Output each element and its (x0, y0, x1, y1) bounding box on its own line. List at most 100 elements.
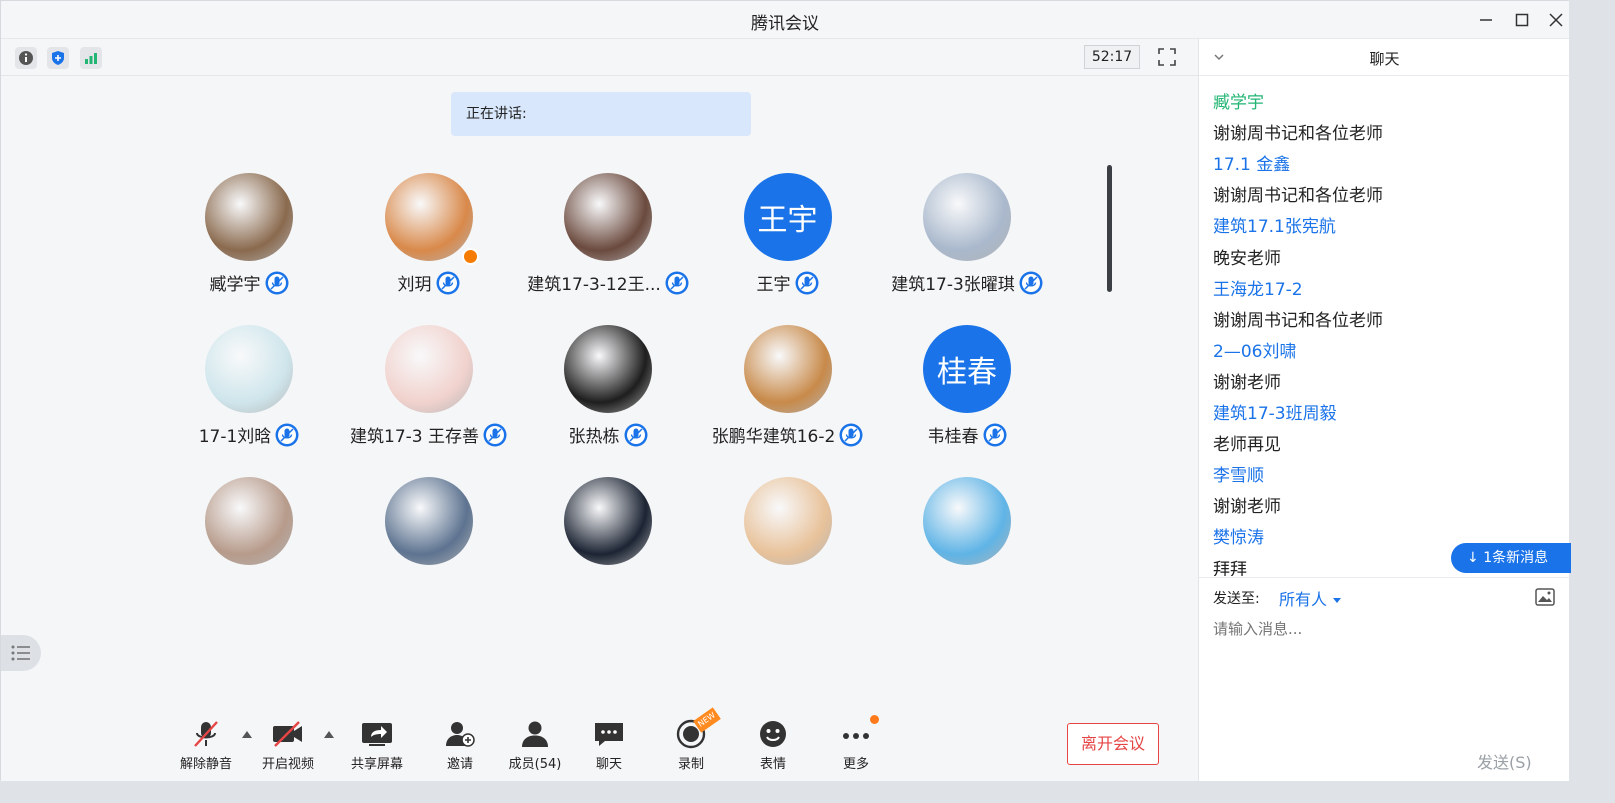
meeting-window: 腾讯会议 52:17 正在讲话: 臧学宇 刘玥 建筑17-3-12王... 王宇… (0, 0, 1571, 781)
chat-sender: 王海龙17-2 (1213, 279, 1303, 300)
mic-muted-icon (436, 271, 459, 295)
chat-sender: 17.1 金鑫 (1213, 155, 1291, 176)
chat-icon (595, 723, 623, 746)
more-icon (843, 733, 869, 739)
mic-muted-icon (839, 423, 863, 447)
avatar (384, 173, 473, 261)
participant-tile[interactable] (518, 477, 698, 627)
close-icon (1549, 13, 1563, 27)
participant-name: 17-1刘晗 (198, 427, 272, 447)
chat-messages[interactable]: 臧学宇 谢谢周书记和各位老师 17.1 金鑫 谢谢周书记和各位老师 建筑17.1张宪航晚… (1199, 76, 1570, 576)
mic-muted-icon (483, 423, 507, 447)
participant-name-line: 刘玥 (339, 270, 519, 297)
invite-button[interactable]: 邀请 (425, 719, 495, 772)
avatar (205, 325, 293, 413)
participant-list-toggle[interactable] (1, 635, 41, 671)
send-to-select[interactable]: 所有人 (1279, 586, 1342, 610)
participant-name-line: 韦桂春 (877, 422, 1057, 449)
participant-name: 张热栋 (568, 427, 620, 447)
mic-muted-icon (983, 423, 1006, 447)
participant-tile[interactable]: 桂春 韦桂春 (877, 325, 1057, 475)
avatar (564, 477, 652, 565)
notification-dot (870, 715, 879, 724)
participant-tile[interactable]: 建筑17-3 王存善 (339, 325, 519, 475)
audio-options-arrow[interactable] (242, 731, 252, 738)
avatar (205, 173, 293, 261)
meeting-main: 52:17 正在讲话: 臧学宇 刘玥 建筑17-3-12王... 王宇 王宇 建筑17-3… (1, 39, 1198, 781)
participant-tile[interactable]: 刘玥 (339, 173, 519, 323)
close-button[interactable] (1543, 7, 1569, 33)
mic-muted-icon (624, 423, 647, 447)
signal-icon (85, 53, 97, 64)
share-screen-button[interactable]: 共享屏幕 (342, 719, 412, 772)
chat-message: 谢谢周书记和各位老师 (1213, 124, 1383, 145)
info-button[interactable] (15, 47, 37, 69)
more-button[interactable]: 更多 (821, 715, 891, 772)
participant-tile[interactable]: 张鹏华建筑16-2 (698, 325, 878, 475)
chat-message: 谢谢老师 (1213, 497, 1281, 518)
chat-message: 拜拜 (1213, 559, 1247, 577)
send-to-bar: 发送至: 所有人 (1199, 577, 1570, 615)
participant-tile[interactable]: 王宇 王宇 (698, 173, 878, 323)
participant-name: 臧学宇 (209, 275, 261, 295)
mic-muted-icon (1019, 271, 1043, 295)
participant-name: 建筑17-3 王存善 (350, 427, 479, 447)
security-button[interactable] (47, 47, 69, 69)
chat-button[interactable]: 聊天 (574, 719, 644, 772)
chat-sender: 樊惊涛 (1213, 528, 1264, 549)
avatar (743, 325, 832, 413)
participant-tile[interactable]: 17-1刘晗 (159, 325, 339, 475)
participant-name-line: 建筑17-3张曜琪 (877, 270, 1057, 297)
mic-muted-icon (665, 271, 689, 295)
send-to-value: 所有人 (1279, 590, 1328, 609)
fullscreen-button[interactable] (1155, 45, 1179, 69)
participant-tile[interactable] (698, 477, 878, 627)
chat-sender: 建筑17.1张宪航 (1213, 217, 1336, 238)
avatar (205, 477, 293, 565)
share-screen-icon (362, 723, 392, 746)
chat-input[interactable] (1213, 617, 1553, 641)
emoji-button[interactable]: 表情 (738, 719, 808, 772)
participant-name: 刘玥 (397, 275, 432, 295)
new-message-button[interactable]: ↓ 1条新消息 (1451, 543, 1571, 573)
unmute-label: 解除静音 (179, 757, 232, 772)
add-user-icon (446, 722, 475, 747)
participant-tile[interactable]: 臧学宇 (159, 173, 339, 323)
participant-name-line: 17-1刘晗 (159, 422, 339, 449)
chat-message: 晚安老师 (1213, 248, 1281, 269)
title-bar: 腾讯会议 (1, 1, 1569, 39)
record-label: 录制 (677, 757, 704, 772)
window-title: 腾讯会议 (751, 14, 819, 34)
send-button[interactable]: 发送(S) (1477, 749, 1532, 773)
meeting-topbar: 52:17 (1, 39, 1198, 76)
grid-scrollbar[interactable] (1107, 165, 1112, 292)
participant-tile[interactable]: 建筑17-3-12王... (518, 173, 698, 323)
record-button[interactable]: NEW 录制 (656, 707, 726, 772)
members-button[interactable]: 成员(54) (500, 719, 570, 772)
info-icon (19, 51, 33, 65)
unmute-button[interactable]: 解除静音 (171, 719, 241, 772)
smile-icon (760, 721, 786, 747)
network-button[interactable] (80, 47, 102, 69)
participant-name: 建筑17-3-12王... (527, 275, 661, 295)
minimize-button[interactable] (1473, 7, 1499, 33)
meeting-toolbar: 解除静音 开启视频 共享屏幕 邀请 成员(54) 聊天 NEW 录制 表情 更多… (1, 707, 1198, 781)
more-label: 更多 (842, 757, 869, 772)
participant-tile[interactable] (877, 477, 1057, 627)
maximize-button[interactable] (1509, 7, 1535, 33)
participant-tile[interactable] (339, 477, 519, 627)
chat-message: 谢谢周书记和各位老师 (1213, 186, 1383, 207)
participant-name: 张鹏华建筑16-2 (711, 427, 836, 447)
avatar (743, 477, 832, 565)
mic-muted-icon (275, 423, 299, 447)
video-options-arrow[interactable] (324, 731, 334, 738)
participant-tile[interactable] (159, 477, 339, 627)
participant-tile[interactable]: 张热栋 (518, 325, 698, 475)
leave-meeting-button[interactable]: 离开会议 (1067, 723, 1159, 765)
participant-name: 王宇 (756, 275, 791, 295)
chat-title: 聊天 (1369, 50, 1400, 68)
participant-tile[interactable]: 建筑17-3张曜琪 (877, 173, 1057, 323)
image-icon[interactable] (1535, 588, 1555, 606)
start-video-button[interactable]: 开启视频 (253, 719, 323, 772)
chat-sender: 2—06刘啸 (1213, 341, 1297, 362)
